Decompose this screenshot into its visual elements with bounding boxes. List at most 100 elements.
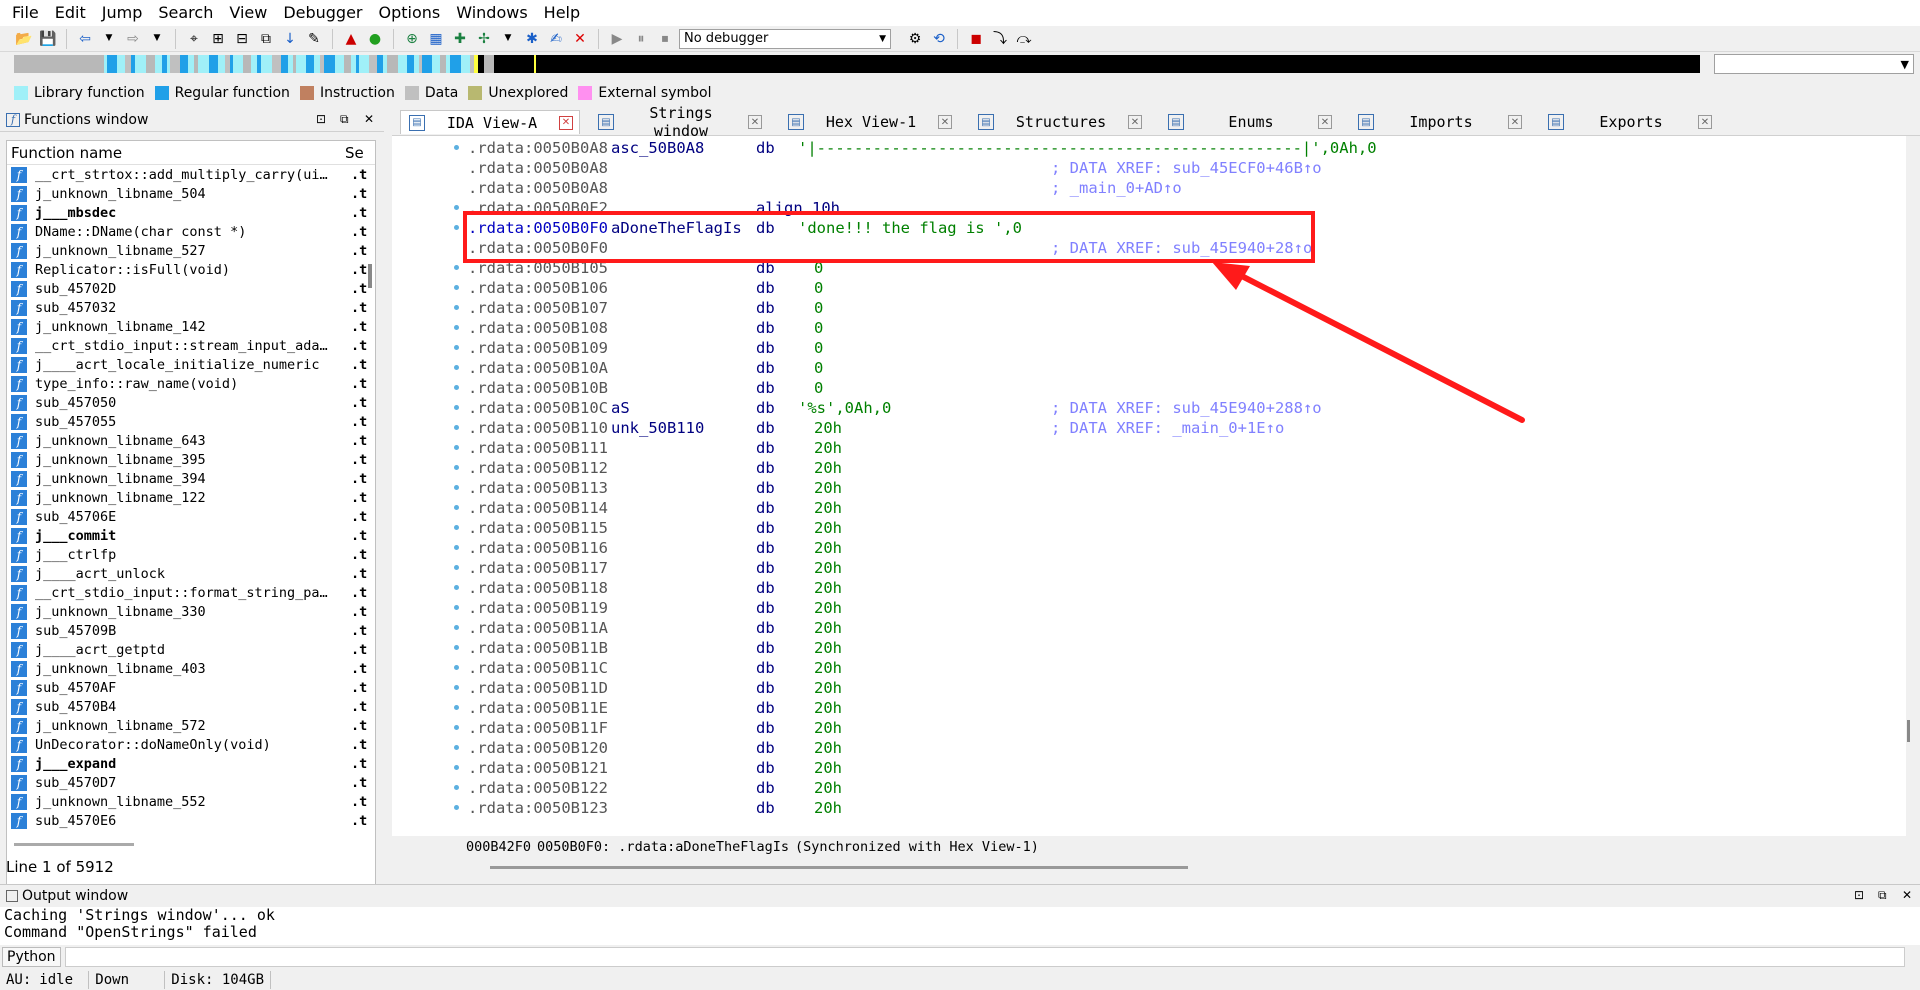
code-line[interactable]: .rdata:0050B112 db 20h — [468, 458, 1888, 478]
menu-windows[interactable]: Windows — [448, 0, 535, 26]
close-icon[interactable]: ✕ — [559, 115, 573, 130]
function-row[interactable]: f j_unknown_libname_403 .t — [7, 659, 375, 678]
code-line[interactable]: .rdata:0050B117 db 20h — [468, 558, 1888, 578]
code-line[interactable]: .rdata:0050B109 db 0 — [468, 338, 1888, 358]
code-operand[interactable]: 20h — [814, 778, 842, 798]
create-enum-icon[interactable]: ✚ — [450, 29, 470, 49]
create-function-icon[interactable]: ⊕ — [402, 29, 422, 49]
code-operand[interactable]: 0 — [814, 278, 823, 298]
code-operand[interactable]: 20h — [814, 518, 842, 538]
close-icon[interactable]: ✕ — [748, 115, 762, 129]
ida-view-horizontal-scrollbar[interactable] — [490, 866, 1188, 869]
code-operand[interactable]: 20h — [814, 438, 842, 458]
code-operand[interactable]: 20h — [814, 618, 842, 638]
code-line[interactable]: .rdata:0050B106 db 0 — [468, 278, 1888, 298]
debugger-select[interactable]: No debugger ▼ — [679, 28, 891, 49]
code-operand[interactable]: 20h — [814, 538, 842, 558]
code-operand[interactable]: 20h — [814, 498, 842, 518]
function-row[interactable]: f j___expand .t — [7, 754, 375, 773]
function-row[interactable]: f j_unknown_libname_572 .t — [7, 716, 375, 735]
code-line[interactable]: .rdata:0050B11E db 20h — [468, 698, 1888, 718]
forward-dropdown-icon[interactable]: ▼ — [147, 29, 167, 49]
jump-icon[interactable]: ⌖ — [184, 29, 204, 49]
code-line[interactable]: .rdata:0050B10B db 0 — [468, 378, 1888, 398]
back-dropdown-icon[interactable]: ▼ — [99, 29, 119, 49]
menu-file[interactable]: File — [4, 0, 47, 26]
code-line[interactable]: .rdata:0050B11C db 20h — [468, 658, 1888, 678]
code-operand[interactable]: 0 — [814, 378, 823, 398]
function-row[interactable]: f j_unknown_libname_395 .t — [7, 450, 375, 469]
code-line[interactable]: .rdata:0050B115 db 20h — [468, 518, 1888, 538]
forward-icon[interactable]: ⇨ — [123, 29, 143, 49]
function-row[interactable]: f j_unknown_libname_330 .t — [7, 602, 375, 621]
output-log[interactable]: Caching 'Strings window'... ok Command "… — [4, 907, 1904, 941]
tab-structures[interactable]: ▤ Structures ✕ — [970, 110, 1150, 134]
function-row[interactable]: f j_unknown_libname_394 .t — [7, 469, 375, 488]
menu-options[interactable]: Options — [371, 0, 449, 26]
code-line[interactable]: .rdata:0050B0A8 asc_50B0A8 db '|-----------… — [468, 138, 1888, 158]
close-icon[interactable]: ✕ — [1318, 115, 1332, 129]
code-line[interactable]: .rdata:0050B111 db 20h — [468, 438, 1888, 458]
code-line[interactable]: .rdata:0050B11D db 20h — [468, 678, 1888, 698]
close-red-icon[interactable]: ✕ — [570, 29, 590, 49]
step-over-icon[interactable]: ⤼ — [1014, 29, 1034, 49]
code-operand[interactable]: 20h — [814, 678, 842, 698]
tab-hex-view-1[interactable]: ▤ Hex View-1 ✕ — [780, 110, 960, 134]
python-command-input[interactable] — [64, 947, 1905, 967]
code-label[interactable]: unk_50B110 — [611, 418, 704, 438]
edit-icon[interactable]: ✍ — [546, 29, 566, 49]
code-line[interactable]: .rdata:0050B110 unk_50B110 db 20h ; DATA XRE… — [468, 418, 1888, 438]
plugin-icon[interactable]: ✱ — [522, 29, 542, 49]
code-line[interactable]: .rdata:0050B108 db 0 — [468, 318, 1888, 338]
tab-imports[interactable]: ▤ Imports ✕ — [1350, 110, 1530, 134]
code-operand[interactable]: 0 — [814, 298, 823, 318]
function-row[interactable]: f sub_457055 .t — [7, 412, 375, 431]
code-operand[interactable]: '|--------------------------------------… — [798, 138, 1377, 158]
code-line[interactable]: .rdata:0050B11B db 20h — [468, 638, 1888, 658]
function-row[interactable]: f j_unknown_libname_504 .t — [7, 184, 375, 203]
code-line[interactable]: .rdata:0050B114 db 20h — [468, 498, 1888, 518]
tab-ida-view-a[interactable]: ▤ IDA View-A ✕ — [400, 110, 580, 134]
function-row[interactable]: f j____acrt_unlock .t — [7, 564, 375, 583]
functions-list[interactable]: Function name Se f __crt_strtox::add_mult… — [6, 140, 376, 940]
menu-view[interactable]: View — [221, 0, 275, 26]
menu-jump[interactable]: Jump — [94, 0, 151, 26]
function-row[interactable]: f sub_45709B .t — [7, 621, 375, 640]
column-header-function-name[interactable]: Function name — [7, 144, 345, 162]
code-operand[interactable]: 20h — [814, 598, 842, 618]
navigation-band-select[interactable]: ▼ — [1714, 54, 1914, 74]
function-row[interactable]: f j_unknown_libname_552 .t — [7, 792, 375, 811]
search-imm-icon[interactable]: ⧉ — [256, 29, 276, 49]
function-row[interactable]: f sub_45706E .t — [7, 507, 375, 526]
function-row[interactable]: f sub_4570D7 .t — [7, 773, 375, 792]
code-operand[interactable]: 0 — [814, 338, 823, 358]
function-row[interactable]: f j___commit .t — [7, 526, 375, 545]
code-operand[interactable]: 20h — [814, 718, 842, 738]
mark-icon[interactable]: ✎ — [304, 29, 324, 49]
close-icon[interactable]: ✕ — [1902, 888, 1912, 902]
code-xref-comment[interactable]: ; DATA XREF: _main_0+1E↑o — [1051, 418, 1284, 438]
code-operand[interactable]: 20h — [814, 798, 842, 818]
attach-icon[interactable]: ⟲ — [929, 29, 949, 49]
function-row[interactable]: f Replicator::isFull(void) .t — [7, 260, 375, 279]
xref-dropdown-icon[interactable]: ▼ — [498, 29, 518, 49]
menu-edit[interactable]: Edit — [47, 0, 94, 26]
function-row[interactable]: f j___mbsdec .t — [7, 203, 375, 222]
code-line[interactable]: .rdata:0050B123 db 20h — [468, 798, 1888, 818]
xref-icon[interactable]: ✢ — [474, 29, 494, 49]
code-operand[interactable]: 20h — [814, 558, 842, 578]
code-line[interactable]: .rdata:0050B122 db 20h — [468, 778, 1888, 798]
code-operand[interactable]: '%s',0Ah,0 — [798, 398, 891, 418]
close-icon[interactable]: ✕ — [1698, 115, 1712, 129]
tab-exports[interactable]: ▤ Exports ✕ — [1540, 110, 1720, 134]
menu-debugger[interactable]: Debugger — [275, 0, 370, 26]
restore-icon[interactable]: ⊡ — [1854, 888, 1864, 902]
function-row[interactable]: f sub_4570E6 .t — [7, 811, 375, 830]
code-line[interactable]: .rdata:0050B11F db 20h — [468, 718, 1888, 738]
code-line[interactable]: .rdata:0050B11A db 20h — [468, 618, 1888, 638]
function-row[interactable]: f sub_457050 .t — [7, 393, 375, 412]
create-struct-icon[interactable]: ▦ — [426, 29, 446, 49]
menu-search[interactable]: Search — [150, 0, 221, 26]
graph-icon[interactable]: ▲ — [341, 29, 361, 49]
code-xref-comment[interactable]: ; DATA XREF: sub_45E940+288↑o — [1051, 398, 1322, 418]
